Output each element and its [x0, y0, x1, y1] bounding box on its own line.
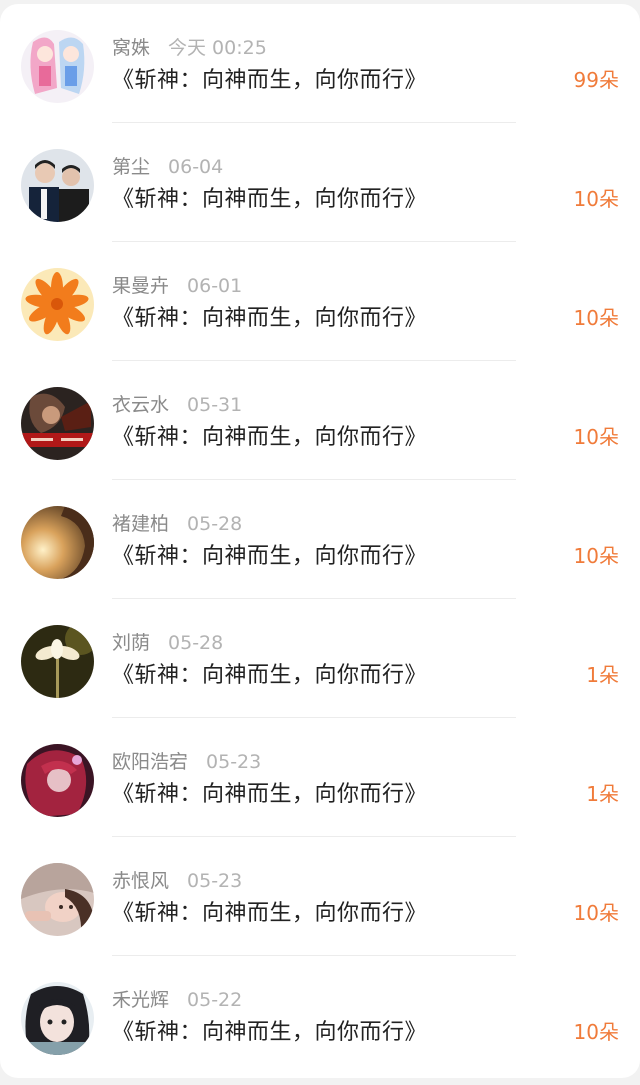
flower-count: 10朵: [573, 1020, 619, 1044]
record-meta: 褚建柏 05-28: [112, 509, 242, 539]
book-title: 《斩神：向神而生，向你而行》: [112, 901, 428, 926]
record-time: 05-31: [187, 394, 243, 416]
record-meta: 禾光辉 05-22: [112, 985, 242, 1015]
user-name: 窝姝: [112, 37, 151, 59]
white-flower-avatar[interactable]: [21, 625, 94, 698]
flower-count: 10朵: [573, 901, 619, 925]
flower-count: 1朵: [586, 663, 619, 687]
record-meta: 果曼卉 06-01: [112, 271, 242, 301]
book-title: 《斩神：向神而生，向你而行》: [112, 306, 428, 331]
flower-count: 10朵: [573, 187, 619, 211]
record-meta: 欧阳浩宕 05-23: [112, 747, 261, 777]
record-meta: 赤恨风 05-23: [112, 866, 242, 896]
user-name: 欧阳浩宕: [112, 751, 189, 773]
record-meta: 衣云水 05-31: [112, 390, 242, 420]
flower-count: 1朵: [586, 782, 619, 806]
book-title: 《斩神：向神而生，向你而行》: [112, 663, 428, 688]
record-time: 05-28: [168, 632, 224, 654]
list-item[interactable]: 第尘 06-04 《斩神：向神而生，向你而行》 10朵: [0, 123, 640, 242]
record-meta: 刘荫 05-28: [112, 628, 223, 658]
record-time: 05-23: [187, 870, 243, 892]
anime-girls-avatar[interactable]: [21, 30, 94, 103]
dark-portrait-avatar[interactable]: [21, 387, 94, 460]
user-name: 果曼卉: [112, 275, 170, 297]
record-time: 05-22: [187, 989, 243, 1011]
book-title: 《斩神：向神而生，向你而行》: [112, 544, 428, 569]
list-item[interactable]: 禾光辉 05-22 《斩神：向神而生，向你而行》 10朵: [0, 956, 640, 1075]
bangs-girl-avatar[interactable]: [21, 982, 94, 1055]
record-time: 05-23: [206, 751, 262, 773]
red-hair-avatar[interactable]: [21, 744, 94, 817]
user-name: 刘荫: [112, 632, 151, 654]
book-title: 《斩神：向神而生，向你而行》: [112, 68, 428, 93]
user-name: 赤恨风: [112, 870, 170, 892]
list-item[interactable]: 赤恨风 05-23 《斩神：向神而生，向你而行》 10朵: [0, 837, 640, 956]
girl-portrait-avatar[interactable]: [21, 863, 94, 936]
sunset-silhouette-avatar[interactable]: [21, 506, 94, 579]
user-name: 第尘: [112, 156, 151, 178]
list-item[interactable]: 衣云水 05-31 《斩神：向神而生，向你而行》 10朵: [0, 361, 640, 480]
record-time: 06-04: [168, 156, 224, 178]
list-item[interactable]: 窝姝 今天 00:25 《斩神：向神而生，向你而行》 99朵: [0, 4, 640, 123]
flower-count: 10朵: [573, 425, 619, 449]
list-item[interactable]: 欧阳浩宕 05-23 《斩神：向神而生，向你而行》 1朵: [0, 718, 640, 837]
list-item[interactable]: 果曼卉 06-01 《斩神：向神而生，向你而行》 10朵: [0, 242, 640, 361]
flower-count: 10朵: [573, 306, 619, 330]
flower-count: 99朵: [573, 68, 619, 92]
user-name: 褚建柏: [112, 513, 170, 535]
book-title: 《斩神：向神而生，向你而行》: [112, 782, 428, 807]
record-meta: 第尘 06-04: [112, 152, 223, 182]
record-meta: 窝姝 今天 00:25: [112, 33, 267, 63]
flower-count: 10朵: [573, 544, 619, 568]
orange-flower-avatar[interactable]: [21, 268, 94, 341]
user-name: 衣云水: [112, 394, 170, 416]
record-time: 今天 00:25: [168, 37, 267, 59]
book-title: 《斩神：向神而生，向你而行》: [112, 425, 428, 450]
two-boys-avatar[interactable]: [21, 149, 94, 222]
book-title: 《斩神：向神而生，向你而行》: [112, 187, 428, 212]
user-name: 禾光辉: [112, 989, 170, 1011]
book-title: 《斩神：向神而生，向你而行》: [112, 1020, 428, 1045]
gift-record-list: 窝姝 今天 00:25 《斩神：向神而生，向你而行》 99朵 第尘 06-04 《斩…: [0, 4, 640, 1078]
list-item[interactable]: 刘荫 05-28 《斩神：向神而生，向你而行》 1朵: [0, 599, 640, 718]
record-time: 06-01: [187, 275, 243, 297]
record-time: 05-28: [187, 513, 243, 535]
list-item[interactable]: 褚建柏 05-28 《斩神：向神而生，向你而行》 10朵: [0, 480, 640, 599]
